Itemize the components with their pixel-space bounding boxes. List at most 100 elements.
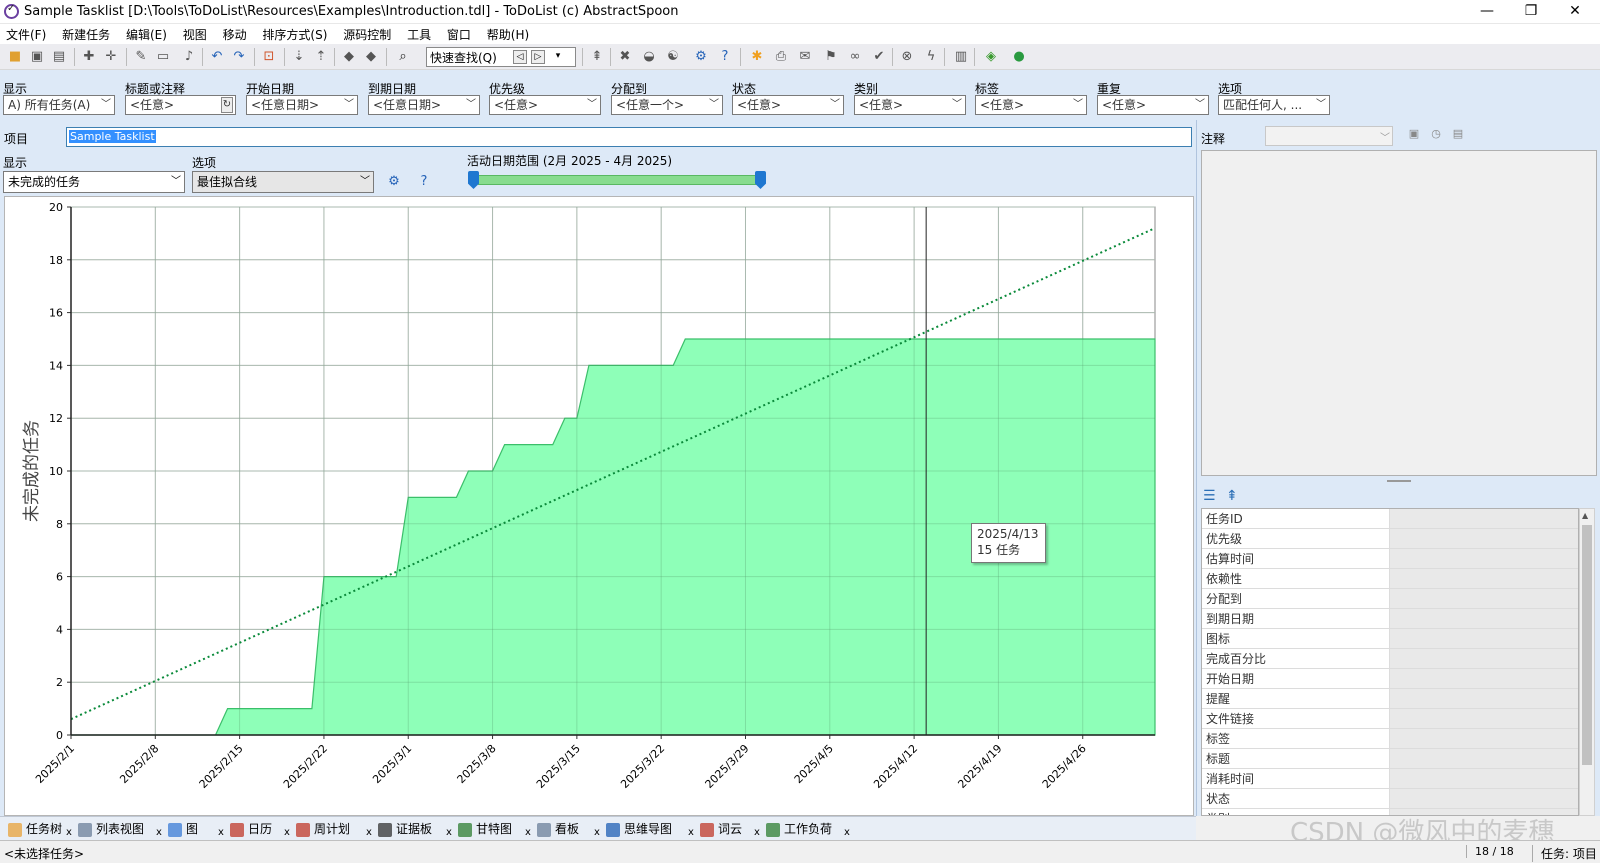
scroll-thumb[interactable] xyxy=(1582,525,1592,765)
lightning-icon[interactable]: ϟ xyxy=(922,48,940,66)
chevron-down-icon[interactable]: ▾ xyxy=(551,50,565,64)
panel-splitter[interactable] xyxy=(1387,480,1411,482)
find-binoculars-icon[interactable]: ⌕ xyxy=(394,48,412,66)
property-value[interactable] xyxy=(1390,589,1578,608)
email-icon[interactable]: ✉ xyxy=(796,48,814,66)
tab-mindmap[interactable]: 思维导图 xyxy=(606,819,672,839)
move-up-icon[interactable]: ⇞ xyxy=(588,48,606,66)
filter-title-input[interactable]: <任意> ↻ xyxy=(125,95,236,115)
tab-evidence-board[interactable]: 证据板 xyxy=(378,819,432,839)
menu-move[interactable]: 移动 xyxy=(217,24,253,43)
close-button[interactable]: ✕ xyxy=(1552,0,1598,24)
check-icon[interactable]: ✔ xyxy=(870,48,888,66)
maximize-view-icon[interactable]: ⊡ xyxy=(260,48,278,66)
property-value[interactable] xyxy=(1390,789,1578,808)
property-value[interactable] xyxy=(1390,769,1578,788)
tab-calendar[interactable]: 日历 xyxy=(230,819,272,839)
tag-icon[interactable]: ◈ xyxy=(982,48,1000,66)
lock-icon[interactable]: ◒ xyxy=(640,48,658,66)
tab-week-planner[interactable]: 周计划 xyxy=(296,819,350,839)
property-row[interactable]: 分配到 xyxy=(1202,589,1578,609)
date-range-track[interactable] xyxy=(478,175,760,185)
property-row[interactable]: 到期日期 xyxy=(1202,609,1578,629)
tab-gantt[interactable]: 甘特图 xyxy=(458,819,512,839)
menu-help[interactable]: 帮助(H) xyxy=(481,24,535,43)
menu-edit[interactable]: 编辑(E) xyxy=(120,24,173,43)
date-range-start-handle[interactable] xyxy=(468,171,479,189)
minimize-button[interactable]: — xyxy=(1464,0,1510,24)
quick-find-input[interactable]: 快速查找(Q) ◁ ▷ ▾ xyxy=(426,47,576,67)
property-scrollbar[interactable]: ▲ xyxy=(1579,508,1595,816)
filter-recurrence-combo[interactable]: <任意> ﹀ xyxy=(1097,95,1209,115)
filter-show-combo[interactable]: A) 所有任务(A) ﹀ xyxy=(3,95,115,115)
sort-icon[interactable]: ⇞ xyxy=(1226,488,1238,504)
property-value[interactable] xyxy=(1390,609,1578,628)
property-value[interactable] xyxy=(1390,509,1578,528)
flag-icon[interactable]: ⚑ xyxy=(822,48,840,66)
graph-help-icon[interactable]: ? xyxy=(415,173,433,191)
property-row[interactable]: 图标 xyxy=(1202,629,1578,649)
property-value[interactable] xyxy=(1390,549,1578,568)
tab-task-tree[interactable]: 任务树 xyxy=(8,819,62,839)
tab-graph[interactable]: 图 xyxy=(168,819,198,839)
cancel-icon[interactable]: ⊗ xyxy=(898,48,916,66)
menu-file[interactable]: 文件(F) xyxy=(0,24,52,43)
property-value[interactable] xyxy=(1390,729,1578,748)
menu-window[interactable]: 窗口 xyxy=(441,24,477,43)
save-icon[interactable]: ▣ xyxy=(28,48,46,66)
tab-word-cloud[interactable]: 词云 xyxy=(700,819,742,839)
property-row[interactable]: 估算时间 xyxy=(1202,549,1578,569)
comments-icon[interactable]: ▭ xyxy=(154,48,172,66)
project-name-input[interactable]: Sample Tasklist xyxy=(66,127,1192,147)
property-value[interactable] xyxy=(1390,689,1578,708)
refresh-icon[interactable]: ↻ xyxy=(221,97,233,113)
property-value[interactable] xyxy=(1390,649,1578,668)
find-prev-icon[interactable]: ◁ xyxy=(513,50,527,64)
list-icon[interactable]: ☰ xyxy=(1203,488,1216,504)
scroll-up-icon[interactable]: ▲ xyxy=(1582,511,1588,520)
edit-pencil-icon[interactable]: ✎ xyxy=(132,48,150,66)
comments-copy-icon[interactable]: ▤ xyxy=(1451,127,1465,141)
menu-sort[interactable]: 排序方式(S) xyxy=(256,24,333,43)
property-value[interactable] xyxy=(1390,629,1578,648)
print-icon[interactable]: ⎙ xyxy=(772,48,790,66)
menu-view[interactable]: 视图 xyxy=(177,24,213,43)
tab-workload[interactable]: 工作负荷 xyxy=(766,819,832,839)
filter-assigned-combo[interactable]: <任意一个> ﹀ xyxy=(611,95,723,115)
graph-option-combo[interactable]: 最佳拟合线 ﹀ xyxy=(192,171,374,193)
collapse-icon[interactable]: ⇡ xyxy=(312,48,330,66)
open-folder-icon[interactable]: ■ xyxy=(6,48,24,66)
filter-start-combo[interactable]: <任意日期> ﹀ xyxy=(246,95,358,115)
back-arrow-icon[interactable]: ◆ xyxy=(340,48,358,66)
star-icon[interactable]: ✱ xyxy=(748,48,766,66)
property-row[interactable]: 开始日期 xyxy=(1202,669,1578,689)
filter-status-combo[interactable]: <任意> ﹀ xyxy=(732,95,844,115)
expand-icon[interactable]: ⇣ xyxy=(290,48,308,66)
filter-category-combo[interactable]: <任意> ﹀ xyxy=(854,95,966,115)
tab-list-view[interactable]: 列表视图 xyxy=(78,819,144,839)
globe-icon[interactable]: ● xyxy=(1010,48,1028,66)
filter-due-combo[interactable]: <任意日期> ﹀ xyxy=(368,95,480,115)
property-row[interactable]: 状态 xyxy=(1202,789,1578,809)
property-row[interactable]: 完成百分比 xyxy=(1202,649,1578,669)
restore-button[interactable]: ❐ xyxy=(1508,0,1554,24)
date-range-end-handle[interactable] xyxy=(755,171,766,189)
property-value[interactable] xyxy=(1390,669,1578,688)
undo-icon[interactable]: ↶ xyxy=(208,48,226,66)
property-row[interactable]: 提醒 xyxy=(1202,689,1578,709)
graph-display-combo[interactable]: 未完成的任务 ﹀ xyxy=(3,171,185,193)
filter-priority-combo[interactable]: <任意> ﹀ xyxy=(489,95,601,115)
save-all-icon[interactable]: ▤ xyxy=(50,48,68,66)
new-task-icon[interactable]: ✚ xyxy=(80,48,98,66)
yin-yang-icon[interactable]: ☯ xyxy=(664,48,682,66)
archive-icon[interactable]: ▥ xyxy=(952,48,970,66)
tab-kanban[interactable]: 看板 xyxy=(537,819,579,839)
property-row[interactable]: 标题 xyxy=(1202,749,1578,769)
property-row[interactable]: 标签 xyxy=(1202,729,1578,749)
menu-tools[interactable]: 工具 xyxy=(401,24,437,43)
property-row[interactable]: 优先级 xyxy=(1202,529,1578,549)
comments-format-combo[interactable]: ﹀ xyxy=(1265,126,1393,146)
new-subtask-icon[interactable]: ✛ xyxy=(102,48,120,66)
property-row[interactable]: 任务ID xyxy=(1202,509,1578,529)
redo-icon[interactable]: ↷ xyxy=(230,48,248,66)
